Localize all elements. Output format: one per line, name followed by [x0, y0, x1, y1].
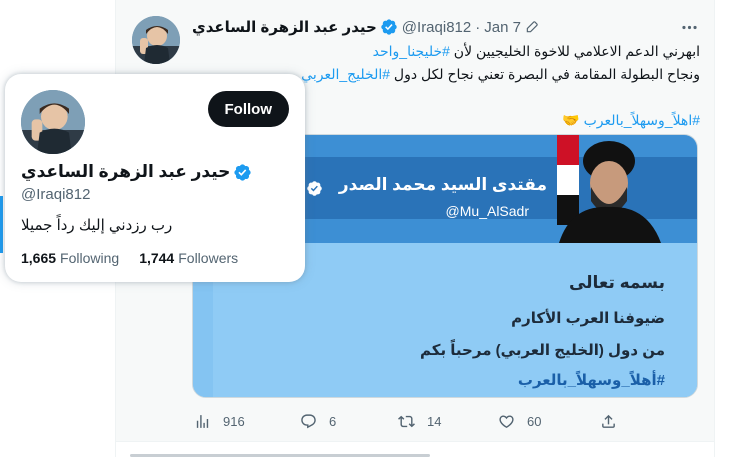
heart-icon — [499, 414, 514, 428]
tweet-date[interactable]: Jan 7 — [484, 19, 521, 36]
followers-link[interactable]: 1,744 Followers — [139, 250, 238, 266]
timeline-stage: حيدر عبد الزهرة الساعدي @Iraqi812 · Jan … — [0, 0, 733, 457]
media-line-3: من دول (الخليج العربي) مرحباً بكم — [420, 342, 665, 359]
share-button[interactable] — [600, 413, 617, 430]
more-dots-icon[interactable] — [678, 16, 700, 38]
header-separator: · — [475, 18, 481, 36]
author-handle[interactable]: @Iraqi812 — [402, 19, 471, 36]
author-avatar[interactable] — [132, 16, 180, 64]
share-icon — [602, 414, 615, 428]
following-label: Following — [60, 250, 120, 266]
followers-count: 1,744 — [139, 250, 175, 266]
views-chart-icon — [196, 414, 209, 428]
hashtag-link[interactable]: #خليجنا_واحد — [373, 43, 450, 59]
author-name[interactable]: حيدر عبد الزهرة الساعدي — [192, 18, 377, 36]
hovercard-name[interactable]: حيدر عبد الزهرة الساعدي — [21, 162, 230, 182]
hashtag-link[interactable]: #اهلاً_وسهلاً_بالعرب — [584, 112, 700, 128]
media-line-4: #أهلاً_وسهلاً_بالعرب — [517, 372, 665, 389]
reply-button[interactable]: 6 — [300, 413, 336, 430]
views-count: 916 — [223, 413, 245, 429]
portrait-figure — [559, 141, 661, 243]
reply-count: 6 — [329, 413, 337, 429]
media-line-1: بسمه تعالى — [568, 273, 665, 292]
handshake-emoji: 🤝 — [562, 112, 580, 128]
verified-badge-icon — [233, 163, 252, 182]
like-count: 60 — [527, 413, 542, 429]
followers-label: Followers — [178, 250, 239, 266]
views-button[interactable]: 916 — [194, 413, 245, 430]
hovercard-handle[interactable]: @Iraqi812 — [21, 186, 90, 203]
follow-button[interactable]: Follow — [207, 91, 289, 127]
tweet-header: حيدر عبد الزهرة الساعدي @Iraqi812 · Jan … — [192, 16, 702, 38]
verified-badge-icon — [380, 18, 398, 36]
retweet-button[interactable]: 14 — [398, 413, 441, 430]
retweet-icon — [398, 415, 415, 427]
tweet-action-bar: 916 6 14 60 — [192, 410, 702, 432]
text-segment: ونجاح البطولة المقامة في البصرة تعني نجا… — [390, 66, 700, 82]
like-button[interactable]: 60 — [498, 413, 541, 430]
media-line-2: ضيوفنا العرب الأكارم — [511, 310, 665, 327]
reply-bubble-icon — [301, 413, 316, 428]
following-link[interactable]: 1,665 Following — [21, 250, 119, 266]
media-verified-icon — [306, 180, 323, 197]
following-count: 1,665 — [21, 250, 57, 266]
hashtag-link[interactable]: #الخليج_العربي — [301, 66, 390, 82]
text-segment: ابهرني الدعم الاعلامي للاخوة الخليجيين ل… — [449, 43, 700, 59]
side-accent-bar — [0, 196, 3, 253]
media-account-name: مقتدى السيد محمد الصدر — [338, 175, 547, 194]
tweet-text-line-1: ابهرني الدعم الاعلامي للاخوة الخليجيين ل… — [192, 40, 700, 63]
profile-hovercard[interactable]: Follow حيدر عبد الزهرة الساعدي @Iraqi812… — [5, 74, 305, 282]
media-account-handle: @Mu_AlSadr — [445, 203, 529, 219]
next-tweet-peek — [130, 447, 570, 457]
column-divider-right — [714, 0, 715, 457]
hovercard-avatar[interactable] — [21, 90, 85, 154]
hovercard-stats: 1,665 Following 1,744 Followers — [21, 250, 258, 266]
edit-pencil-icon[interactable] — [525, 20, 539, 34]
retweet-count: 14 — [427, 413, 442, 429]
hovercard-name-row: حيدر عبد الزهرة الساعدي — [21, 162, 252, 182]
hovercard-bio: رب رزدني إليك رداً جميلا — [21, 217, 173, 234]
